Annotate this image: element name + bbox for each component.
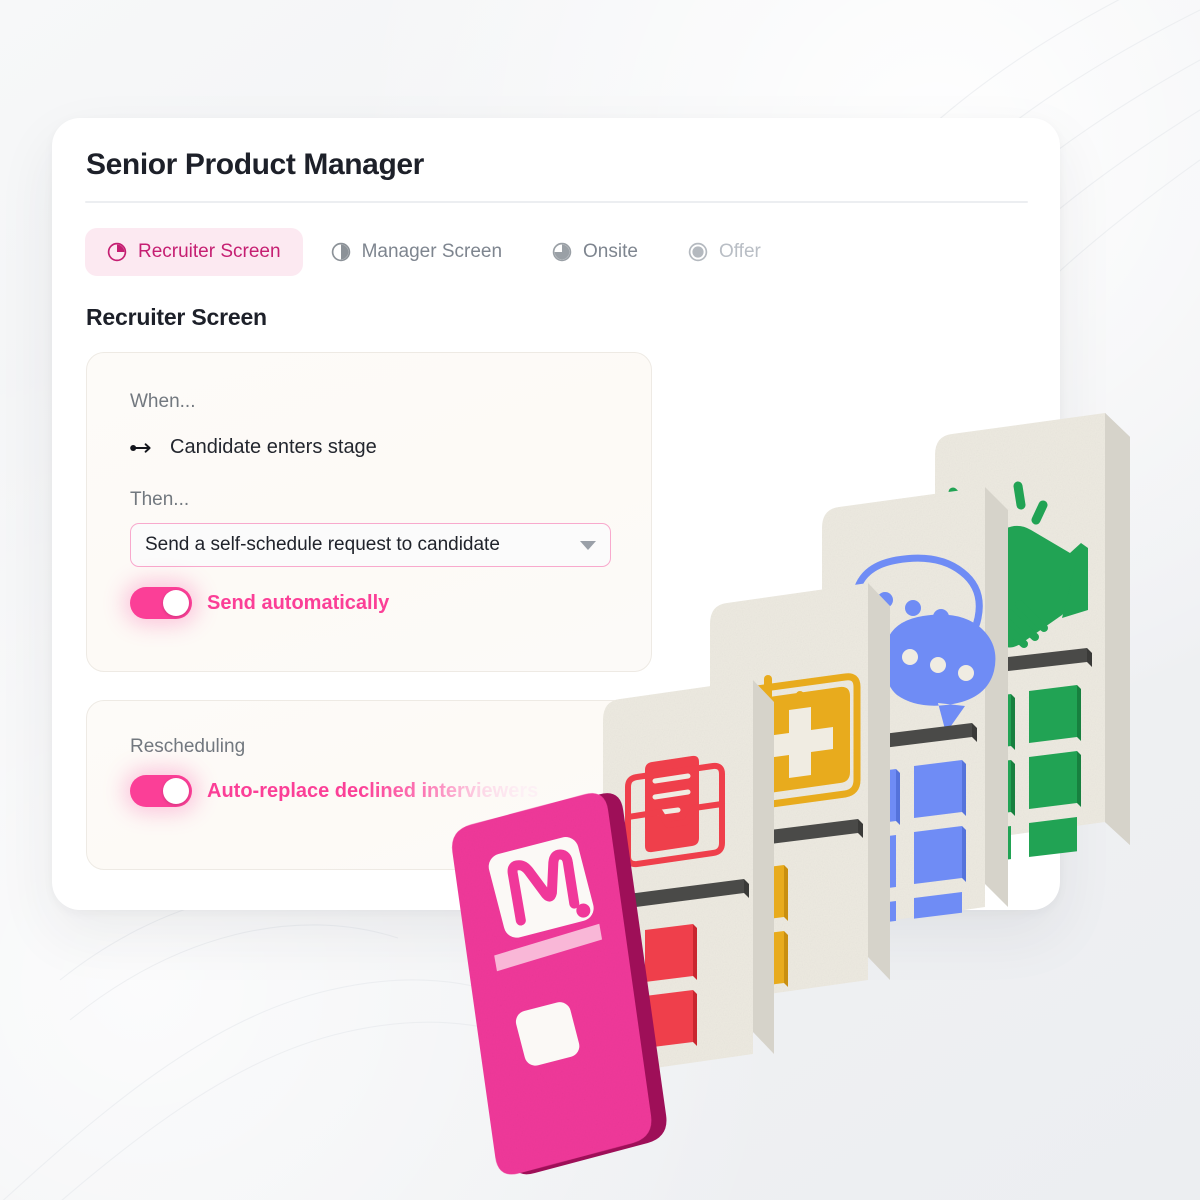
tab-label: Onsite <box>583 241 638 262</box>
send-automatically-toggle[interactable] <box>130 587 192 619</box>
send-automatically-label: Send automatically <box>207 591 390 614</box>
tab-label: Manager Screen <box>361 241 503 262</box>
tab-onsite[interactable]: Onsite <box>530 228 660 276</box>
automation-rule-card: When... Candidate enters stage Then... S… <box>86 352 652 672</box>
auto-replace-label: Auto-replace declined interviewers <box>207 779 539 802</box>
action-select[interactable]: Send a self-schedule request to candidat… <box>130 523 611 567</box>
toggle-knob <box>163 778 189 804</box>
pie-quarter-icon <box>107 242 127 262</box>
pie-full-icon <box>688 242 708 262</box>
when-condition-value: Candidate enters stage <box>170 436 377 458</box>
toggle-knob <box>163 590 189 616</box>
stage-tabs: Recruiter Screen Manager Screen Onsite O… <box>85 228 783 276</box>
tab-label: Offer <box>718 241 761 262</box>
chevron-down-icon <box>580 540 596 550</box>
tab-recruiter-screen[interactable]: Recruiter Screen <box>85 228 303 276</box>
rescheduling-heading: Rescheduling <box>130 736 246 757</box>
when-condition-row[interactable]: Candidate enters stage <box>130 436 377 459</box>
pie-three-quarter-icon <box>552 242 572 262</box>
arrow-right-dot-icon <box>130 442 151 453</box>
when-label: When... <box>130 391 196 412</box>
title-divider <box>85 201 1028 203</box>
section-heading: Recruiter Screen <box>86 304 267 330</box>
auto-replace-toggle[interactable] <box>130 775 192 807</box>
tab-offer[interactable]: Offer <box>666 228 783 276</box>
page-title: Senior Product Manager <box>86 148 424 181</box>
then-label: Then... <box>130 489 190 510</box>
tab-manager-screen[interactable]: Manager Screen <box>309 228 524 276</box>
send-automatically-row[interactable]: Send automatically <box>130 587 389 619</box>
job-settings-panel: Senior Product Manager Recruiter Screen … <box>52 118 1060 910</box>
pie-half-icon <box>331 242 350 262</box>
action-select-value: Send a self-schedule request to candidat… <box>145 534 500 555</box>
rescheduling-card: Rescheduling Auto-replace declined inter… <box>86 700 652 870</box>
tab-label: Recruiter Screen <box>138 241 281 262</box>
auto-replace-row[interactable]: Auto-replace declined interviewers <box>130 775 538 807</box>
